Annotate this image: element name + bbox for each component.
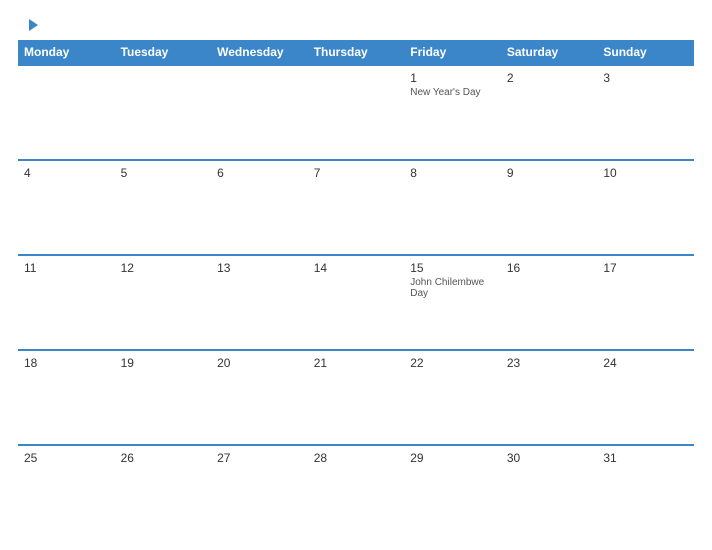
day-cell [211, 65, 308, 160]
day-header-friday: Friday [404, 40, 501, 65]
holiday-label: John Chilembwe Day [410, 277, 495, 299]
day-header-monday: Monday [18, 40, 115, 65]
day-number: 2 [507, 71, 592, 85]
day-cell: 22 [404, 350, 501, 445]
day-cell: 31 [597, 445, 694, 540]
day-number: 23 [507, 356, 592, 370]
header [18, 18, 694, 32]
day-number: 16 [507, 261, 592, 275]
day-cell: 19 [115, 350, 212, 445]
day-cell: 6 [211, 160, 308, 255]
day-number: 8 [410, 166, 495, 180]
day-number: 29 [410, 451, 495, 465]
day-number: 22 [410, 356, 495, 370]
day-cell: 27 [211, 445, 308, 540]
day-cell: 14 [308, 255, 405, 350]
day-cell: 1 New Year's Day [404, 65, 501, 160]
week-row-1: 1 New Year's Day 23 [18, 65, 694, 160]
day-number: 9 [507, 166, 592, 180]
day-number: 10 [603, 166, 688, 180]
day-cell: 25 [18, 445, 115, 540]
day-header-wednesday: Wednesday [211, 40, 308, 65]
day-number: 31 [603, 451, 688, 465]
week-row-3: 11 12 13 14 15 John Chilembwe Day 16 17 [18, 255, 694, 350]
day-number: 3 [603, 71, 688, 85]
day-number: 7 [314, 166, 399, 180]
day-number: 26 [121, 451, 206, 465]
day-cell: 2 [501, 65, 598, 160]
day-cell: 12 [115, 255, 212, 350]
day-cell: 3 [597, 65, 694, 160]
day-cell: 13 [211, 255, 308, 350]
day-number: 11 [24, 261, 109, 275]
day-number: 4 [24, 166, 109, 180]
day-cell: 20 [211, 350, 308, 445]
day-number: 12 [121, 261, 206, 275]
day-header-tuesday: Tuesday [115, 40, 212, 65]
day-cell [308, 65, 405, 160]
day-number: 1 [410, 71, 495, 85]
day-number: 17 [603, 261, 688, 275]
day-cell: 11 [18, 255, 115, 350]
day-cell: 15 John Chilembwe Day [404, 255, 501, 350]
day-number: 24 [603, 356, 688, 370]
day-cell: 28 [308, 445, 405, 540]
day-cell: 18 [18, 350, 115, 445]
day-number: 13 [217, 261, 302, 275]
day-number: 30 [507, 451, 592, 465]
logo-flag-icon [20, 18, 38, 32]
day-number: 18 [24, 356, 109, 370]
day-number: 6 [217, 166, 302, 180]
day-number: 21 [314, 356, 399, 370]
day-cell: 8 [404, 160, 501, 255]
day-number: 27 [217, 451, 302, 465]
holiday-label: New Year's Day [410, 87, 495, 98]
day-number: 20 [217, 356, 302, 370]
calendar-page: MondayTuesdayWednesdayThursdayFridaySatu… [0, 0, 712, 550]
day-cell: 21 [308, 350, 405, 445]
day-header-thursday: Thursday [308, 40, 405, 65]
day-number: 25 [24, 451, 109, 465]
day-cell: 10 [597, 160, 694, 255]
day-cell: 17 [597, 255, 694, 350]
day-header-sunday: Sunday [597, 40, 694, 65]
day-header-row: MondayTuesdayWednesdayThursdayFridaySatu… [18, 40, 694, 65]
day-cell: 26 [115, 445, 212, 540]
logo [18, 18, 38, 32]
day-cell: 29 [404, 445, 501, 540]
day-cell: 4 [18, 160, 115, 255]
day-cell [18, 65, 115, 160]
calendar-table: MondayTuesdayWednesdayThursdayFridaySatu… [18, 40, 694, 540]
day-cell: 5 [115, 160, 212, 255]
day-cell: 24 [597, 350, 694, 445]
day-header-saturday: Saturday [501, 40, 598, 65]
day-cell: 30 [501, 445, 598, 540]
day-cell: 16 [501, 255, 598, 350]
week-row-4: 18 19 20 21 22 23 24 [18, 350, 694, 445]
day-number: 5 [121, 166, 206, 180]
week-row-5: 25 26 27 28 29 30 31 [18, 445, 694, 540]
day-number: 19 [121, 356, 206, 370]
day-cell: 7 [308, 160, 405, 255]
week-row-2: 456789 10 [18, 160, 694, 255]
day-cell: 23 [501, 350, 598, 445]
day-number: 28 [314, 451, 399, 465]
day-number: 15 [410, 261, 495, 275]
day-cell: 9 [501, 160, 598, 255]
day-cell [115, 65, 212, 160]
day-number: 14 [314, 261, 399, 275]
